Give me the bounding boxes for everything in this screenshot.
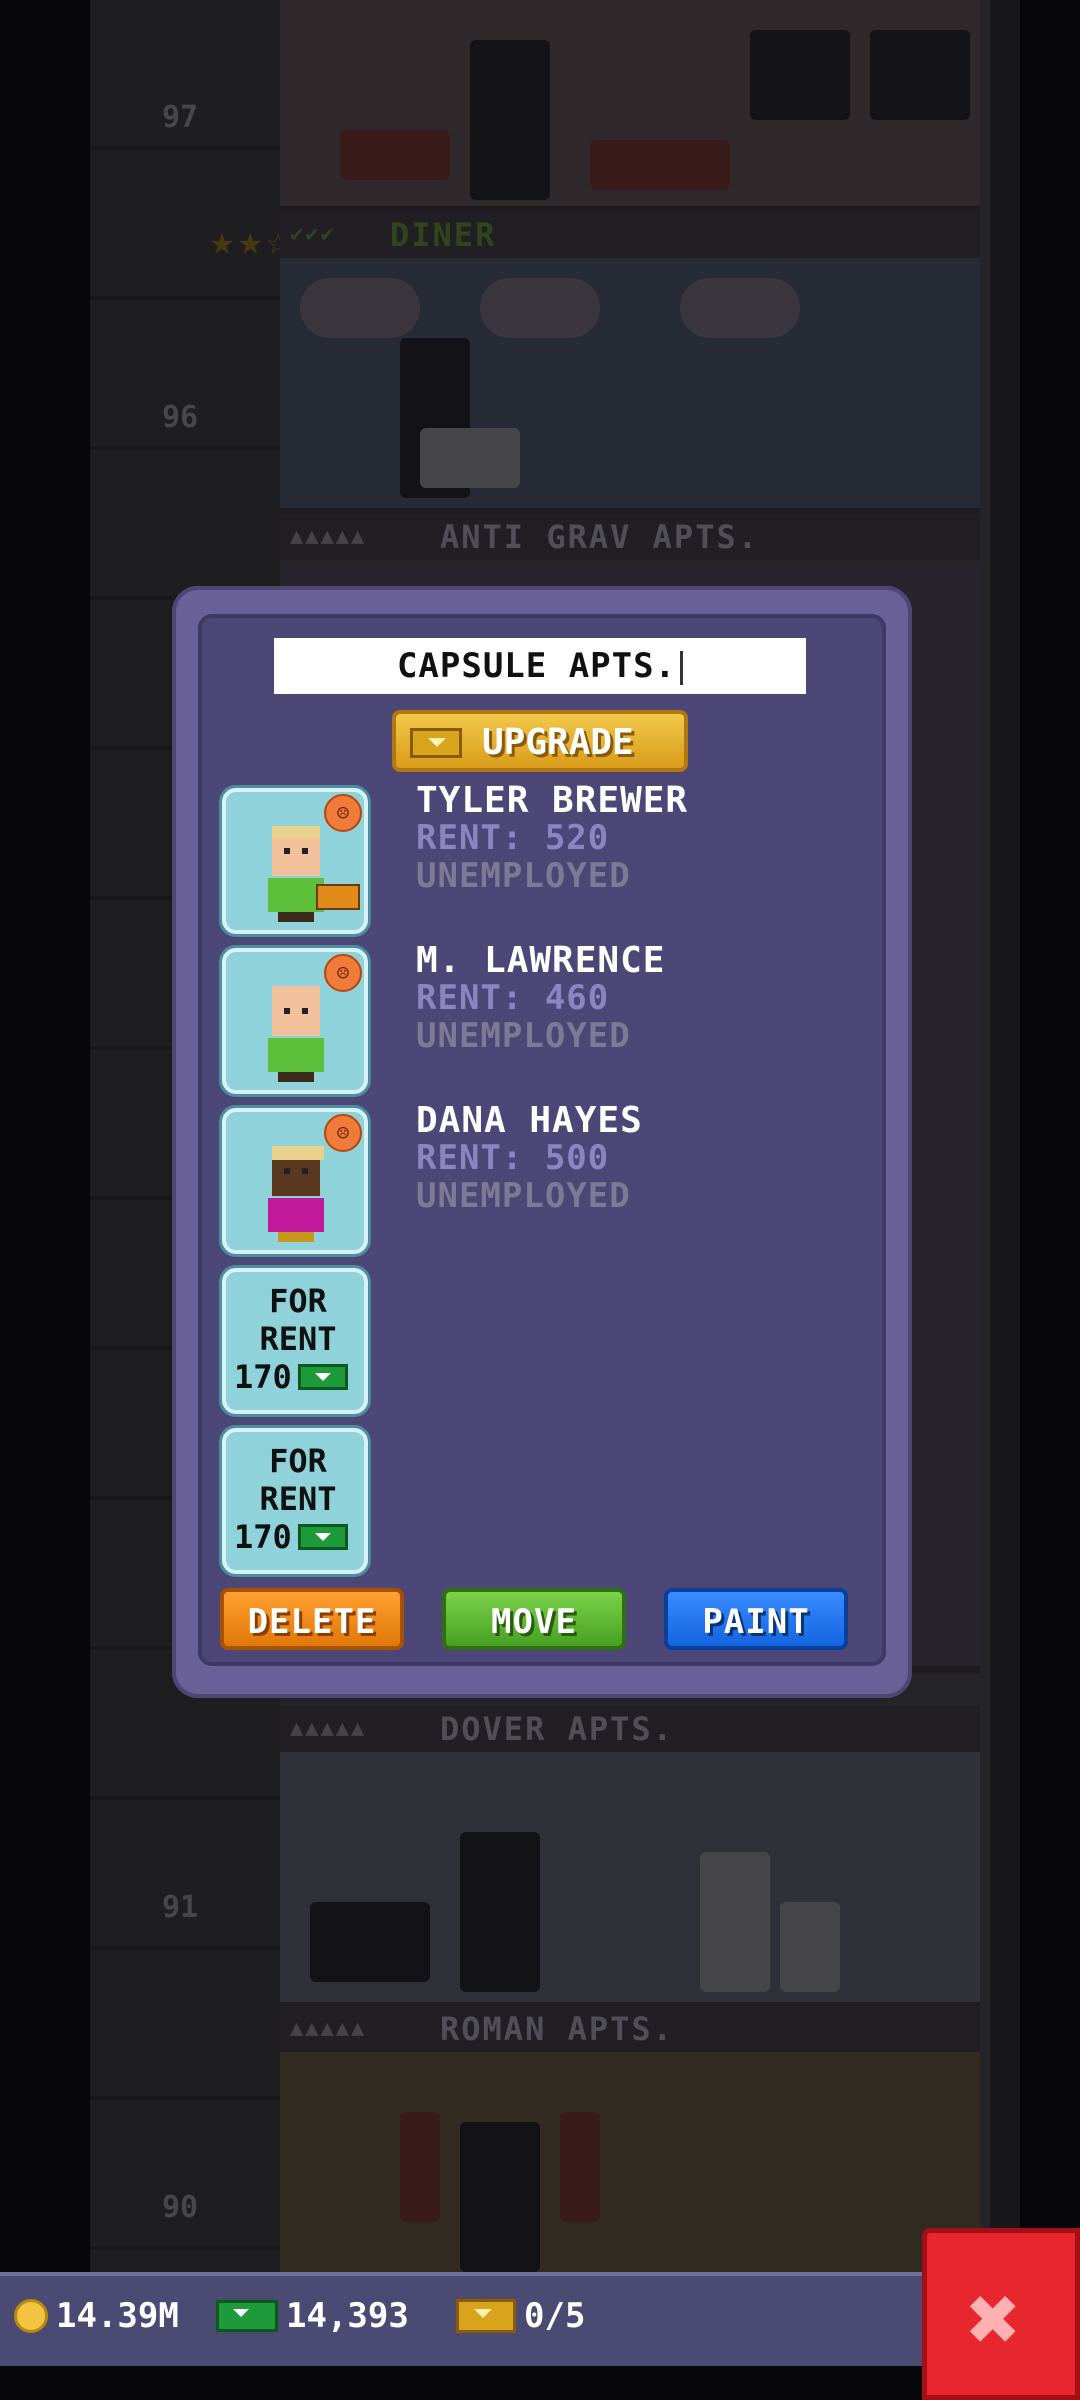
for-rent-line2: RENT <box>259 1480 337 1518</box>
floor-name-input[interactable]: CAPSULE APTS. <box>274 638 806 694</box>
coins-value: 14.39M <box>56 2296 179 2336</box>
for-rent-label: FOR RENT 170 <box>234 1282 362 1396</box>
close-button[interactable]: ✖ <box>922 2228 1080 2400</box>
for-rent-line1: FOR <box>269 1282 327 1320</box>
text-caret <box>680 650 684 685</box>
upgrade-label: UPGRADE <box>482 722 634 763</box>
tenant-job: UNEMPLOYED <box>416 1176 631 1216</box>
tenant-job: UNEMPLOYED <box>416 856 631 896</box>
for-rent-line2: RENT <box>259 1320 337 1358</box>
delete-button[interactable]: DELETE <box>220 1588 404 1650</box>
cash-icon <box>297 1524 348 1550</box>
for-rent-price: 170 <box>234 1518 362 1556</box>
for-rent-line1: FOR <box>269 1442 327 1480</box>
unhappy-face-icon: ☹ <box>324 954 362 992</box>
for-rent-price-value: 170 <box>234 1358 292 1396</box>
golden-bux-icon <box>456 2299 516 2333</box>
tenant-slot-1[interactable]: ☹ <box>222 788 368 934</box>
move-button[interactable]: MOVE <box>442 1588 626 1650</box>
paint-button[interactable]: PAINT <box>664 1588 848 1650</box>
upgrade-button[interactable]: UPGRADE <box>392 710 688 772</box>
bux-icon <box>410 728 462 758</box>
unhappy-face-icon: ☹ <box>324 794 362 832</box>
for-rent-price-value: 170 <box>234 1518 292 1556</box>
tenant-name: TYLER BREWER <box>416 780 689 821</box>
tenant-rent: RENT: 460 <box>416 978 610 1018</box>
cash-icon <box>297 1364 348 1390</box>
tenant-slot-3[interactable]: ☹ <box>222 1108 368 1254</box>
for-rent-price: 170 <box>234 1358 362 1396</box>
tenant-slot-2[interactable]: ☹ <box>222 948 368 1094</box>
for-rent-label: FOR RENT 170 <box>234 1442 362 1556</box>
bux-cash-value: 14,393 <box>286 2296 409 2336</box>
golden-bux-value: 0/5 <box>524 2296 586 2336</box>
status-bar: 14.39M 14,393 0/5 <box>0 2272 930 2366</box>
coins-stat: 14.39M <box>14 2296 179 2336</box>
tenant-rent: RENT: 500 <box>416 1138 610 1178</box>
unhappy-face-icon: ☹ <box>324 1114 362 1152</box>
golden-bux-stat: 0/5 <box>456 2296 585 2336</box>
pet-tiger-icon <box>316 884 360 910</box>
vacancy-slot-2[interactable]: FOR RENT 170 <box>222 1428 368 1574</box>
bux-cash-stat: 14,393 <box>216 2296 409 2336</box>
tenant-name: M. LAWRENCE <box>416 940 666 981</box>
floor-name-text: CAPSULE APTS. <box>396 646 677 686</box>
tenant-name: DANA HAYES <box>416 1100 643 1141</box>
cash-icon <box>216 2300 278 2332</box>
coin-icon <box>14 2299 48 2333</box>
close-icon: ✖ <box>967 2267 1022 2372</box>
tenant-rent: RENT: 520 <box>416 818 610 858</box>
tenant-job: UNEMPLOYED <box>416 1016 631 1056</box>
vacancy-slot-1[interactable]: FOR RENT 170 <box>222 1268 368 1414</box>
